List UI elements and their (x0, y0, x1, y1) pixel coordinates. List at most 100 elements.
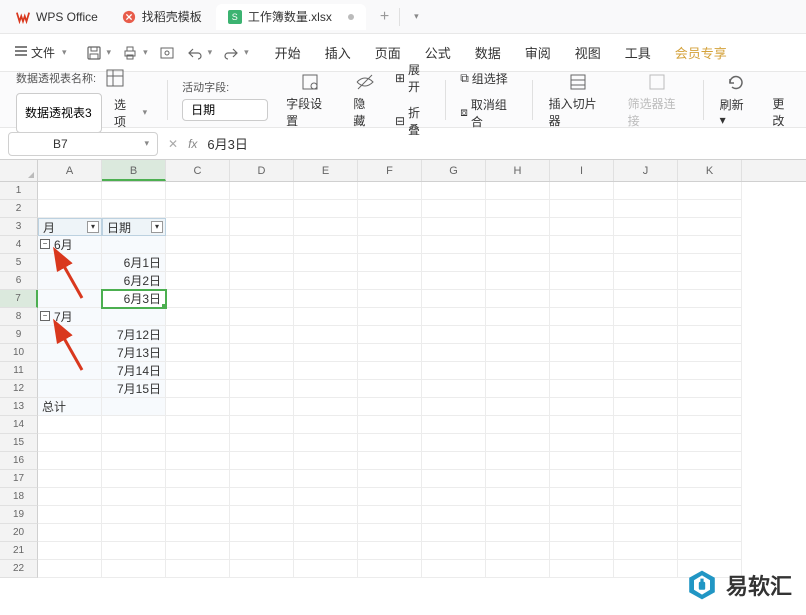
cell[interactable] (422, 326, 486, 344)
cell[interactable] (486, 542, 550, 560)
cell[interactable] (38, 416, 102, 434)
cell[interactable] (614, 362, 678, 380)
col-header-j[interactable]: J (614, 160, 678, 181)
col-header-i[interactable]: I (550, 160, 614, 181)
cell[interactable] (38, 488, 102, 506)
cell[interactable]: 7月− (38, 308, 102, 326)
cell[interactable] (230, 200, 294, 218)
cell[interactable] (486, 488, 550, 506)
cell[interactable] (166, 542, 230, 560)
cell[interactable] (102, 182, 166, 200)
cell[interactable] (358, 452, 422, 470)
cell[interactable] (230, 290, 294, 308)
cell[interactable] (102, 200, 166, 218)
cell[interactable] (678, 326, 742, 344)
cell[interactable] (678, 398, 742, 416)
cell[interactable] (294, 326, 358, 344)
cell[interactable] (166, 344, 230, 362)
tab-menu-caret-icon[interactable]: ▾ (414, 11, 419, 22)
cell[interactable] (358, 182, 422, 200)
cell[interactable] (358, 560, 422, 578)
cell[interactable] (38, 524, 102, 542)
cell[interactable] (166, 524, 230, 542)
col-header-g[interactable]: G (422, 160, 486, 181)
cell[interactable] (358, 362, 422, 380)
cell[interactable] (422, 488, 486, 506)
pivot-name-input[interactable] (16, 93, 102, 133)
cell[interactable] (358, 236, 422, 254)
cell[interactable] (550, 434, 614, 452)
cell[interactable] (614, 524, 678, 542)
app-tab[interactable]: WPS Office (6, 4, 108, 30)
cell[interactable] (614, 344, 678, 362)
cell[interactable] (358, 524, 422, 542)
cell[interactable] (38, 470, 102, 488)
cell[interactable] (166, 506, 230, 524)
cell[interactable] (614, 488, 678, 506)
cell[interactable] (422, 524, 486, 542)
cell[interactable] (486, 308, 550, 326)
cell[interactable] (550, 506, 614, 524)
cell[interactable] (550, 344, 614, 362)
cell[interactable] (550, 200, 614, 218)
redo-caret-icon[interactable]: ▾ (244, 47, 249, 58)
cell[interactable] (678, 290, 742, 308)
save-icon[interactable] (85, 44, 103, 62)
cell[interactable] (422, 542, 486, 560)
cell[interactable] (614, 236, 678, 254)
cell[interactable] (358, 434, 422, 452)
cell[interactable] (294, 542, 358, 560)
cell[interactable] (166, 380, 230, 398)
cell[interactable] (38, 272, 102, 290)
row-header[interactable]: 17 (0, 470, 38, 488)
cell[interactable] (294, 398, 358, 416)
cell[interactable] (166, 470, 230, 488)
cell[interactable] (230, 182, 294, 200)
cell[interactable] (294, 308, 358, 326)
cell[interactable] (166, 362, 230, 380)
cell[interactable] (102, 416, 166, 434)
options-button[interactable]: 选项 ▾ (108, 93, 153, 133)
cell[interactable] (614, 254, 678, 272)
cell[interactable] (294, 272, 358, 290)
cell[interactable] (486, 434, 550, 452)
cell[interactable] (38, 434, 102, 452)
redo-icon[interactable] (222, 44, 240, 62)
row-header[interactable]: 7 (0, 290, 38, 308)
cell[interactable] (358, 398, 422, 416)
cell[interactable]: 6月3日 (102, 290, 166, 308)
cell[interactable] (230, 308, 294, 326)
cell[interactable] (550, 542, 614, 560)
cell[interactable] (486, 326, 550, 344)
cell[interactable] (294, 200, 358, 218)
cell[interactable] (678, 416, 742, 434)
cell[interactable] (230, 218, 294, 236)
cell[interactable] (550, 182, 614, 200)
cell[interactable] (422, 290, 486, 308)
cell[interactable] (486, 344, 550, 362)
cell[interactable] (38, 254, 102, 272)
cell[interactable] (422, 254, 486, 272)
cell[interactable] (550, 416, 614, 434)
menu-insert[interactable]: 插入 (323, 39, 353, 66)
cell[interactable] (102, 470, 166, 488)
group-select-button[interactable]: ⧉ 组选择 (454, 67, 523, 90)
cell[interactable] (678, 218, 742, 236)
cell[interactable] (38, 452, 102, 470)
cell[interactable]: 7月13日 (102, 344, 166, 362)
collapse-group-icon[interactable]: − (40, 239, 50, 249)
cell[interactable] (486, 452, 550, 470)
cell[interactable] (614, 218, 678, 236)
cell[interactable] (678, 524, 742, 542)
cell[interactable] (486, 398, 550, 416)
cell[interactable] (294, 488, 358, 506)
cell[interactable] (486, 560, 550, 578)
cell[interactable] (550, 272, 614, 290)
cell[interactable] (614, 200, 678, 218)
cell[interactable] (358, 272, 422, 290)
cell[interactable] (486, 218, 550, 236)
col-header-a[interactable]: A (38, 160, 102, 181)
cell[interactable] (358, 506, 422, 524)
row-header[interactable]: 21 (0, 542, 38, 560)
cell[interactable] (422, 236, 486, 254)
